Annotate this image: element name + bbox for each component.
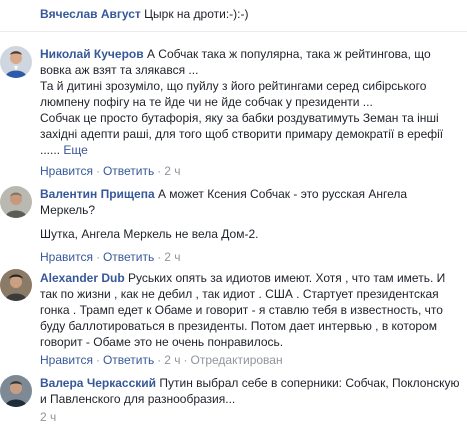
reply-link[interactable]: Ответить xyxy=(103,353,154,367)
comment-text-line: Шутка, Ангела Меркель не вела Дом-2. xyxy=(40,227,259,241)
reply-link[interactable]: Ответить xyxy=(103,164,154,178)
like-link[interactable]: Нравится xyxy=(40,250,93,264)
comment-text: Цырк на дроти:-):-) xyxy=(144,7,249,21)
comment-author[interactable]: Валентин Прищепа xyxy=(40,187,155,201)
comment-text-line: буду баллотироваться в президенты. Потом… xyxy=(40,319,437,333)
comment-author[interactable]: Николай Кучеров xyxy=(40,47,144,61)
reply-link[interactable]: Ответить xyxy=(103,250,154,264)
avatar[interactable] xyxy=(0,46,32,78)
comment-text-line: вовка аж взят та злякався ... xyxy=(40,63,199,77)
comment-text-line: Руських опять за идиотов имеют. Хотя , ч… xyxy=(128,271,446,285)
separator-dot: · xyxy=(95,353,100,367)
comment-text-line: люмпену пофігу на те йде чи не йде собча… xyxy=(40,95,373,109)
divider xyxy=(0,31,467,32)
comment-author[interactable]: Alexander Dub xyxy=(40,271,125,285)
separator-dot: · xyxy=(157,353,162,367)
comment-text-line: ...... xyxy=(40,143,61,157)
separator-dot: · xyxy=(183,353,188,367)
comment-body: Валентин Прищепа А может Ксения Собчак -… xyxy=(40,186,461,242)
comment-actions: Нравится · Ответить · 2 ч xyxy=(40,164,181,178)
edited-label[interactable]: Отредактирован xyxy=(191,353,283,367)
avatar[interactable] xyxy=(0,186,32,218)
comment-author[interactable]: Валера Черкасский xyxy=(40,376,156,390)
comment-text-line: так по жизни , как не дебил , так идиот … xyxy=(40,287,439,301)
like-link[interactable]: Нравится xyxy=(40,164,93,178)
comment-body: Николай Кучеров А Собчак така ж популярн… xyxy=(40,46,461,158)
comment-actions: 2 ч xyxy=(40,410,56,424)
comment-text-line: західні адепти раші, для того щоб створи… xyxy=(40,127,444,141)
comment-actions: Нравится · Ответить · 2 ч xyxy=(40,250,181,264)
comment-body: Вячеслав Август Цырк на дроти:-):-) xyxy=(40,6,461,22)
separator-dot: · xyxy=(95,164,100,178)
timestamp[interactable]: 2 ч xyxy=(164,353,180,367)
separator-dot: · xyxy=(95,250,100,264)
comment-text-line: А может Ксения Собчак - это русская Анге… xyxy=(157,187,408,201)
like-link[interactable]: Нравится xyxy=(40,353,93,367)
timestamp[interactable]: 2 ч xyxy=(40,410,56,424)
timestamp[interactable]: 2 ч xyxy=(164,250,180,264)
comment-text-line: говорит - Обаме это не очень понравилось… xyxy=(40,335,284,349)
separator-dot: · xyxy=(157,164,162,178)
comment-text-line: А Собчак така ж популярна, така ж рейтин… xyxy=(146,47,431,61)
comment-text-line: и Павленского для разнообразия... xyxy=(40,392,236,406)
comment-text-line: Собчак це просто бутафорія, яку за бабки… xyxy=(40,111,439,125)
comment-author[interactable]: Вячеслав Август xyxy=(40,7,141,21)
comment-text-line: Та й дитині зрозуміло, що пуйлу з його р… xyxy=(40,79,427,93)
comment-text-line: Путин выбрал себе в соперники: Собчак, П… xyxy=(159,376,460,390)
comment-body: Валера Черкасский Путин выбрал себе в со… xyxy=(40,375,461,407)
separator-dot: · xyxy=(157,250,162,264)
avatar[interactable] xyxy=(0,269,32,301)
comment-text-line: гонка . Трамп едет к Обаме и говорит - я… xyxy=(40,303,443,317)
avatar[interactable] xyxy=(0,375,32,407)
comment-body: Alexander Dub Руських опять за идиотов и… xyxy=(40,270,461,350)
comment-actions: Нравится · Ответить · 2 ч · Отредактирован xyxy=(40,353,283,367)
comment-text-line: Меркель? xyxy=(40,203,96,217)
see-more-link[interactable]: Еще xyxy=(63,143,87,157)
timestamp[interactable]: 2 ч xyxy=(164,164,180,178)
